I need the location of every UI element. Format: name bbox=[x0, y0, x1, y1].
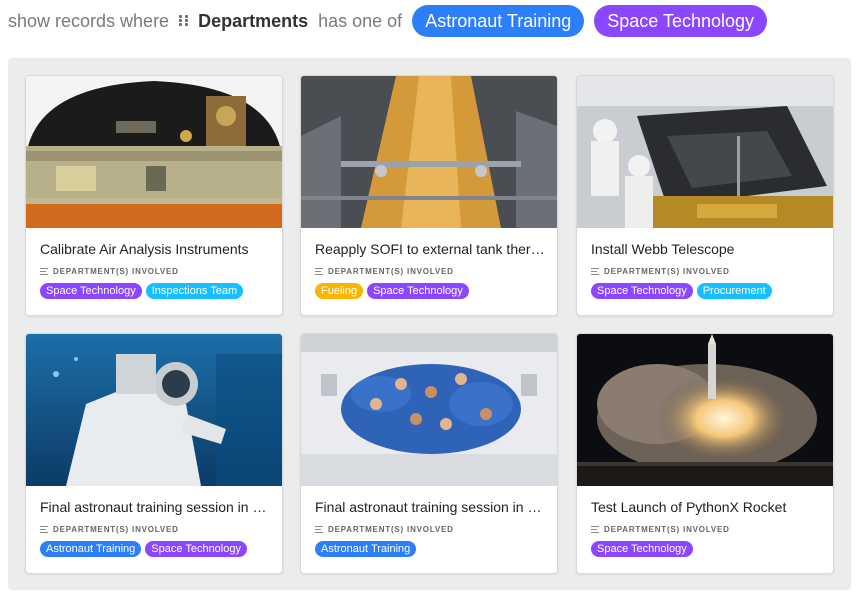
card-title: Calibrate Air Analysis Instruments bbox=[40, 241, 249, 257]
filter-bar: show records where Departments has one o… bbox=[8, 4, 768, 38]
field-label-text: DEPARTMENT(S) INVOLVED bbox=[328, 267, 454, 276]
record-card[interactable]: Install Webb Telescope DEPARTMENT(S) INV… bbox=[576, 75, 834, 316]
multiselect-field-icon bbox=[315, 525, 323, 534]
multiselect-field-icon bbox=[40, 267, 48, 276]
record-card[interactable]: Final astronaut training session in ne..… bbox=[25, 333, 283, 574]
department-tag: Fueling bbox=[315, 283, 364, 299]
tag-row: Space Technology Procurement bbox=[591, 283, 772, 299]
filter-operator[interactable]: has one of bbox=[318, 11, 402, 32]
record-card[interactable]: Calibrate Air Analysis Instruments DEPAR… bbox=[25, 75, 283, 316]
field-label: DEPARTMENT(S) INVOLVED bbox=[40, 525, 179, 534]
tag-row: Astronaut Training Space Technology bbox=[40, 541, 247, 557]
instrument-panel-photo bbox=[26, 76, 282, 228]
field-label: DEPARTMENT(S) INVOLVED bbox=[591, 267, 730, 276]
department-tag: Procurement bbox=[696, 283, 772, 299]
filter-value-chip[interactable]: Space Technology bbox=[594, 5, 768, 37]
field-label: DEPARTMENT(S) INVOLVED bbox=[315, 267, 454, 276]
multiselect-field-icon bbox=[591, 267, 599, 276]
field-label: DEPARTMENT(S) INVOLVED bbox=[591, 525, 730, 534]
field-label-text: DEPARTMENT(S) INVOLVED bbox=[604, 267, 730, 276]
field-label-text: DEPARTMENT(S) INVOLVED bbox=[53, 525, 179, 534]
multiselect-field-icon bbox=[40, 525, 48, 534]
webb-telescope-photo bbox=[577, 76, 833, 228]
card-title: Install Webb Telescope bbox=[591, 241, 735, 257]
field-label-text: DEPARTMENT(S) INVOLVED bbox=[53, 267, 179, 276]
field-label: DEPARTMENT(S) INVOLVED bbox=[315, 525, 454, 534]
filter-field-label: Departments bbox=[198, 10, 309, 31]
card-title: Final astronaut training session in ne..… bbox=[40, 499, 272, 515]
filter-field[interactable]: Departments bbox=[179, 11, 308, 32]
multiselect-field-icon bbox=[179, 15, 190, 27]
multiselect-field-icon bbox=[315, 267, 323, 276]
filter-prefix: show records where bbox=[8, 10, 170, 31]
tag-row: Space Technology Inspections Team bbox=[40, 283, 244, 299]
external-tank-photo bbox=[301, 76, 557, 228]
tag-row: Space Technology bbox=[591, 541, 693, 557]
filter-value-chip[interactable]: Astronaut Training bbox=[412, 5, 585, 37]
field-label-text: DEPARTMENT(S) INVOLVED bbox=[604, 525, 730, 534]
card-title: Reapply SOFI to external tank therm... bbox=[315, 241, 547, 257]
field-label-text: DEPARTMENT(S) INVOLVED bbox=[328, 525, 454, 534]
rocket-launch-photo bbox=[577, 334, 833, 486]
field-label: DEPARTMENT(S) INVOLVED bbox=[40, 267, 179, 276]
tag-row: Fueling Space Technology bbox=[315, 283, 469, 299]
multiselect-field-icon bbox=[591, 525, 599, 534]
department-tag: Space Technology bbox=[367, 283, 469, 299]
department-tag: Space Technology bbox=[145, 541, 247, 557]
record-card[interactable]: Test Launch of PythonX Rocket DEPARTMENT… bbox=[576, 333, 834, 574]
department-tag: Space Technology bbox=[591, 283, 693, 299]
tag-row: Astronaut Training bbox=[315, 541, 417, 557]
gallery-board: Calibrate Air Analysis Instruments DEPAR… bbox=[8, 58, 851, 590]
record-card[interactable]: Reapply SOFI to external tank therm... D… bbox=[300, 75, 558, 316]
department-tag: Space Technology bbox=[40, 283, 142, 299]
department-tag: Astronaut Training bbox=[315, 541, 417, 557]
department-tag: Space Technology bbox=[591, 541, 693, 557]
card-title: Final astronaut training session in K... bbox=[315, 499, 547, 515]
underwater-astronaut-photo bbox=[26, 334, 282, 486]
card-title: Test Launch of PythonX Rocket bbox=[591, 499, 787, 515]
record-card[interactable]: Final astronaut training session in K...… bbox=[300, 333, 558, 574]
department-tag: Inspections Team bbox=[145, 283, 244, 299]
department-tag: Astronaut Training bbox=[40, 541, 142, 557]
zero-gravity-crew-photo bbox=[301, 334, 557, 486]
